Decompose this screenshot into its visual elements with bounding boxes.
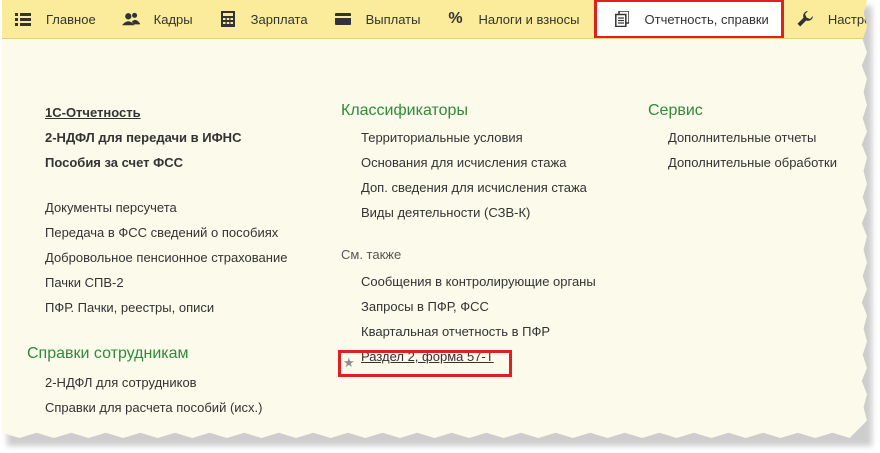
link-2ndfl-ifns[interactable]: 2-НДФЛ для передачи в ИФНС bbox=[45, 125, 287, 150]
classifiers-column: Классификаторы Территориальные условия О… bbox=[341, 101, 596, 369]
service-column: Сервис Дополнительные отчеты Дополнитель… bbox=[648, 101, 837, 175]
link-fss-transfer[interactable]: Передача в ФСС сведений о пособиях bbox=[45, 220, 287, 245]
highlight-box bbox=[338, 350, 512, 377]
nav-item-label: Главное bbox=[46, 11, 96, 27]
employee-certificates-section: Справки сотрудникам 2-НДФЛ для сотрудник… bbox=[27, 344, 262, 420]
nav-item-settings[interactable]: Настро bbox=[784, 0, 867, 38]
menu-icon bbox=[14, 10, 32, 28]
link-regulator-messages[interactable]: Сообщения в контролирующие органы bbox=[361, 269, 596, 294]
calculator-icon bbox=[219, 10, 237, 28]
link-seniority-grounds[interactable]: Основания для исчисления стажа bbox=[361, 150, 596, 175]
nav-item-label: Отчетность, справки bbox=[644, 11, 769, 27]
documents-icon bbox=[613, 10, 631, 28]
link-spv2-packs[interactable]: Пачки СПВ-2 bbox=[45, 270, 287, 295]
link-territorial-conditions[interactable]: Территориальные условия bbox=[361, 125, 596, 150]
nav-item-payments[interactable]: Выплаты bbox=[322, 0, 435, 38]
see-also-title: См. также bbox=[341, 247, 402, 262]
link-seniority-extra[interactable]: Доп. сведения для исчисления стажа bbox=[361, 175, 596, 200]
link-2ndfl-employees[interactable]: 2-НДФЛ для сотрудников bbox=[45, 370, 262, 395]
link-pfr-packs[interactable]: ПФР. Пачки, реестры, описи bbox=[45, 295, 287, 320]
section-title: Классификаторы bbox=[341, 102, 468, 119]
wrench-icon bbox=[796, 10, 814, 28]
link-quarterly-pfr[interactable]: Квартальная отчетность в ПФР bbox=[361, 319, 596, 344]
percent-icon: % bbox=[448, 10, 463, 27]
users-icon bbox=[121, 10, 140, 28]
section-title: Справки сотрудникам bbox=[27, 345, 189, 362]
nav-item-taxes[interactable]: % Налоги и взносы bbox=[434, 0, 593, 38]
link-additional-reports[interactable]: Дополнительные отчеты bbox=[668, 125, 837, 150]
link-personnel-documents[interactable]: Документы персучета bbox=[45, 195, 287, 220]
link-activity-types[interactable]: Виды деятельности (СЗВ-К) bbox=[361, 200, 596, 225]
link-pfr-fss-requests[interactable]: Запросы в ПФР, ФСС bbox=[361, 294, 596, 319]
nav-item-label: Настро bbox=[827, 11, 867, 27]
nav-item-reports[interactable]: Отчетность, справки bbox=[593, 0, 784, 38]
nav-item-label: Выплаты bbox=[365, 11, 421, 27]
section-title: Сервис bbox=[648, 102, 703, 119]
wallet-icon bbox=[334, 10, 352, 28]
link-benefit-certificates[interactable]: Справки для расчета пособий (исх.) bbox=[45, 395, 262, 420]
nav-item-salary[interactable]: Зарплата bbox=[207, 0, 322, 38]
nav-item-label: Зарплата bbox=[250, 11, 308, 27]
nav-item-label: Кадры bbox=[153, 11, 193, 27]
link-additional-processing[interactable]: Дополнительные обработки bbox=[668, 150, 837, 175]
nav-item-main[interactable]: Главное bbox=[2, 0, 110, 38]
section-navbar: Главное Кадры Зарплата Выплаты % Налоги … bbox=[2, 0, 867, 39]
nav-item-label: Налоги и взносы bbox=[478, 11, 580, 27]
nav-item-personnel[interactable]: Кадры bbox=[110, 0, 207, 38]
app-window: Главное Кадры Зарплата Выплаты % Налоги … bbox=[2, 0, 867, 438]
link-1c-reporting[interactable]: 1С-Отчетность bbox=[45, 100, 287, 125]
link-fss-benefits[interactable]: Пособия за счет ФСС bbox=[45, 150, 287, 175]
reports-column: 1С-Отчетность 2-НДФЛ для передачи в ИФНС… bbox=[45, 100, 287, 320]
link-voluntary-insurance[interactable]: Добровольное пенсионное страхование bbox=[45, 245, 287, 270]
